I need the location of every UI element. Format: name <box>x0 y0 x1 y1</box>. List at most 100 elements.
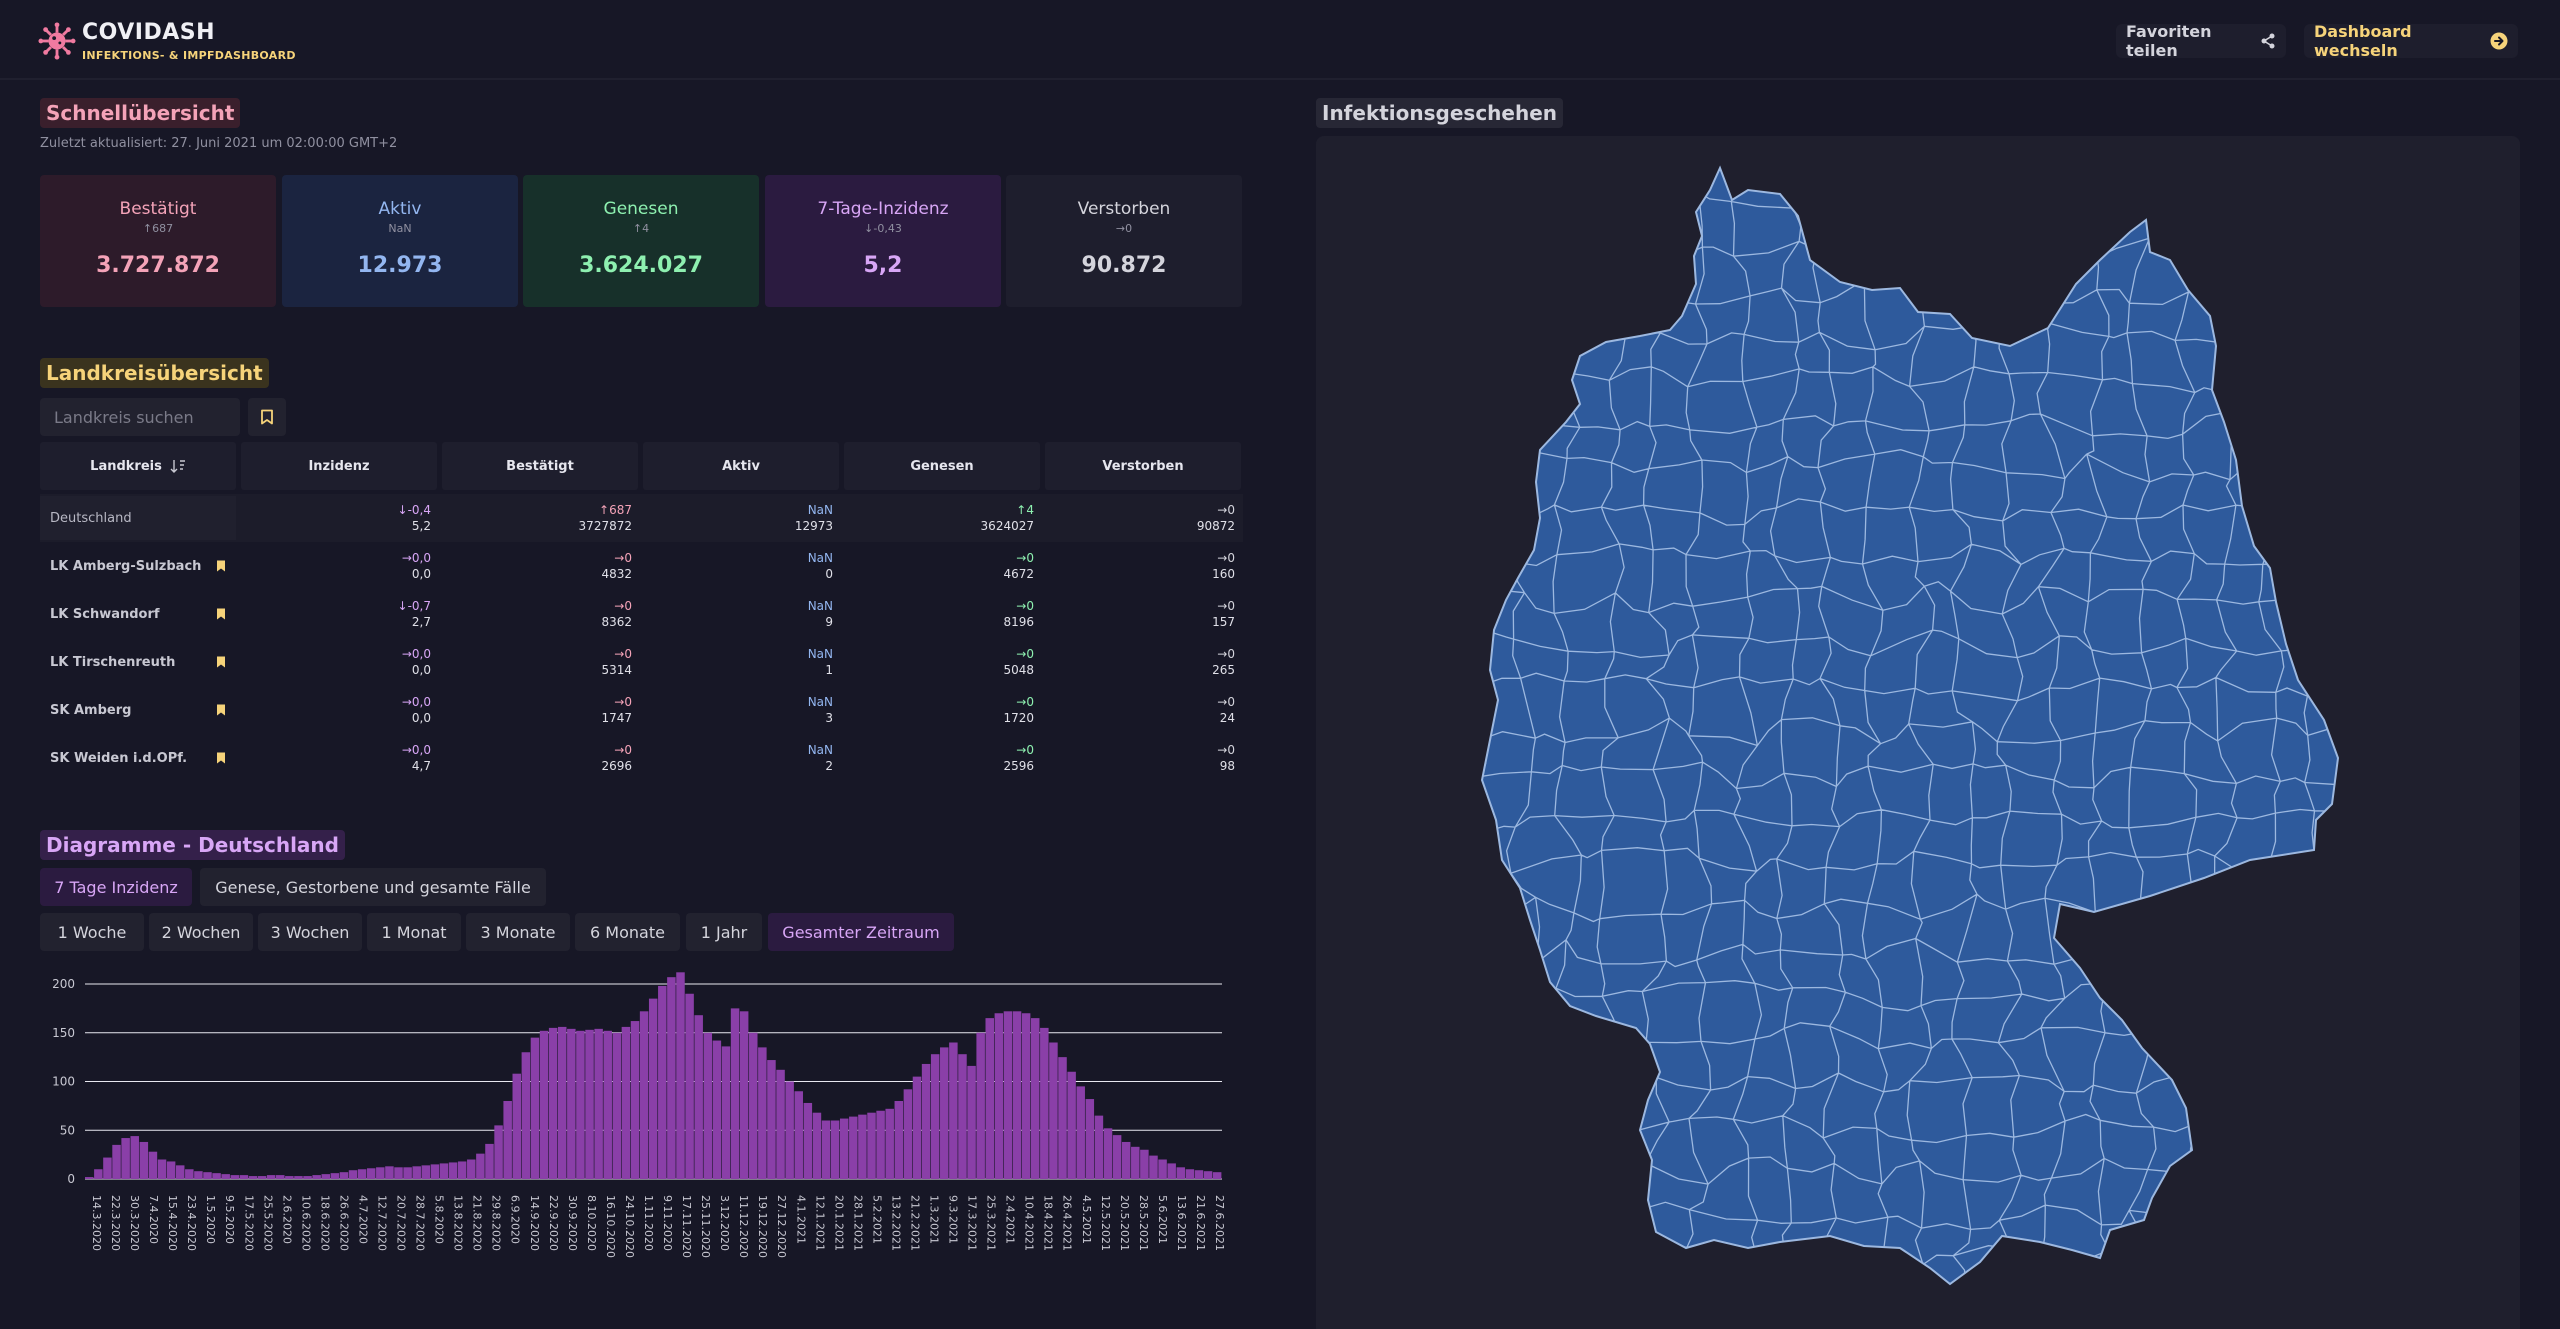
bookmark-icon[interactable] <box>216 608 226 620</box>
card-deceased: Verstorben →0 90.872 <box>1006 175 1242 307</box>
x-tick-label: 4.1.2021 <box>794 1195 807 1244</box>
chart-bar <box>530 1037 540 1180</box>
table-header: Landkreis Inzidenz Bestätigt Aktiv Genes… <box>40 442 1243 490</box>
x-tick-label: 28.1.2021 <box>851 1195 864 1251</box>
column-header-incidence[interactable]: Inzidenz <box>241 442 437 490</box>
x-tick-label: 17.5.2020 <box>242 1195 255 1251</box>
delta-value: →0 <box>1016 743 1034 757</box>
chart-bar <box>539 1030 549 1179</box>
delta-value: →0 <box>614 551 632 565</box>
virus-icon[interactable] <box>38 22 76 60</box>
range-tab-1-month[interactable]: 1 Monat <box>367 913 461 951</box>
x-tick-label: 12.7.2020 <box>376 1195 389 1251</box>
column-header-district[interactable]: Landkreis <box>40 442 236 490</box>
app-subtitle: INFEKTIONS- & IMPFDASHBOARD <box>82 49 296 62</box>
table-row[interactable]: LK Amberg-Sulzbach →0,0 0,0 →0 4832 NaN 0 →0 467… <box>40 542 1243 590</box>
chart-bar <box>903 1089 913 1179</box>
chart-bar <box>921 1063 931 1179</box>
value-cell: →0 157 <box>1045 598 1241 630</box>
x-tick-label: 5.6.2021 <box>1156 1195 1169 1244</box>
table-row[interactable]: SK Weiden i.d.OPf. →0,0 4,7 →0 2696 NaN 2 →0 259… <box>40 734 1243 782</box>
x-tick-label: 27.6.2021 <box>1213 1195 1226 1251</box>
chart-bar <box>985 1018 994 1180</box>
delta-value: →0,0 <box>401 647 431 661</box>
sort-icon[interactable] <box>170 459 186 473</box>
card-value: 3.727.872 <box>96 253 220 278</box>
y-tick-label: 0 <box>67 1172 75 1186</box>
bookmark-icon[interactable] <box>216 560 226 572</box>
chart-bar <box>676 972 685 1179</box>
chart-bar <box>612 1032 622 1179</box>
chart-bar <box>1058 1057 1067 1180</box>
value-cell: →0 4672 <box>844 550 1040 582</box>
x-tick-label: 13.6.2021 <box>1175 1195 1188 1251</box>
total-value: 1 <box>825 663 833 677</box>
range-tab-3-weeks[interactable]: 3 Wochen <box>258 913 362 951</box>
district-name-cell: LK Amberg-Sulzbach <box>40 559 236 574</box>
range-tab-1-week[interactable]: 1 Woche <box>40 913 144 951</box>
column-header-deceased[interactable]: Verstorben <box>1045 442 1241 490</box>
chart-bar <box>294 1176 303 1179</box>
table-row[interactable]: Deutschland ↓-0,4 5,2 ↑687 3727872 NaN 12973 ↑4… <box>40 494 1243 542</box>
value-cell: ↑4 3624027 <box>844 502 1040 534</box>
chart-bar <box>667 977 676 1179</box>
value-cell: NaN 12973 <box>643 502 839 534</box>
chart-bar <box>148 1151 158 1179</box>
chart-bar <box>421 1165 431 1179</box>
district-search-input[interactable] <box>40 398 240 436</box>
value-cell: →0 2596 <box>844 742 1040 774</box>
table-row[interactable]: SK Amberg →0,0 0,0 →0 1747 NaN 3 →0 1720 →0 24 <box>40 686 1243 734</box>
total-value: 12973 <box>794 519 833 533</box>
table-row[interactable]: LK Schwandorf ↓-0,7 2,7 →0 8362 NaN 9 →0 8196 →0 1… <box>40 590 1243 638</box>
bookmark-icon[interactable] <box>216 752 226 764</box>
tab-7-day-incidence[interactable]: 7 Tage Inzidenz <box>40 868 192 906</box>
chart-bar <box>1040 1027 1049 1180</box>
chart-bar <box>285 1176 294 1179</box>
bookmark-filter-button[interactable] <box>248 398 286 436</box>
x-tick-label: 10.6.2020 <box>299 1195 312 1251</box>
chart-bar <box>248 1176 258 1179</box>
range-tab-1-year[interactable]: 1 Jahr <box>686 913 762 951</box>
chart-bar <box>630 1021 640 1179</box>
table-body: Deutschland ↓-0,4 5,2 ↑687 3727872 NaN 12973 ↑4… <box>40 494 1243 782</box>
value-cell: →0 5314 <box>442 646 638 678</box>
column-header-active[interactable]: Aktiv <box>643 442 839 490</box>
card-label: Genesen <box>603 199 679 219</box>
chart-bar <box>1194 1170 1204 1179</box>
x-tick-label: 30.3.2020 <box>128 1195 141 1251</box>
bookmark-icon[interactable] <box>216 704 226 716</box>
table-row[interactable]: LK Tirschenreuth →0,0 0,0 →0 5314 NaN 1 →0 5048 →… <box>40 638 1243 686</box>
share-favorites-button[interactable]: Favoriten teilen <box>2116 22 2286 60</box>
chart-bar <box>412 1166 421 1179</box>
total-value: 98 <box>1219 759 1235 773</box>
total-value: 3 <box>825 711 833 725</box>
column-header-recovered[interactable]: Genesen <box>844 442 1040 490</box>
germany-district-map[interactable] <box>1480 160 2360 1310</box>
chart-bar <box>230 1175 240 1179</box>
column-header-confirmed[interactable]: Bestätigt <box>442 442 638 490</box>
card-delta: ↑687 <box>142 222 174 235</box>
tab-recovered-deaths-cases[interactable]: Genese, Gestorbene und gesamte Fälle <box>200 868 546 906</box>
chart-bar <box>430 1164 440 1180</box>
chart-bar <box>503 1101 512 1179</box>
chart-bar <box>1094 1115 1104 1180</box>
switch-dashboard-button[interactable]: Dashboard wechseln <box>2304 22 2518 60</box>
range-tab-all-time[interactable]: Gesamter Zeitraum <box>768 913 954 951</box>
x-tick-label: 14.3.2020 <box>90 1195 103 1251</box>
chart-bar <box>1049 1042 1058 1179</box>
chart-bar <box>376 1167 385 1179</box>
brand: COVIDASH INFEKTIONS- & IMPFDASHBOARD <box>82 20 296 62</box>
chart-bar <box>994 1013 1004 1179</box>
delta-value: NaN <box>807 599 833 613</box>
x-tick-label: 20.1.2021 <box>832 1195 845 1251</box>
range-tab-3-months[interactable]: 3 Monate <box>466 913 570 951</box>
value-cell: →0 90872 <box>1045 502 1241 534</box>
value-cell: NaN 9 <box>643 598 839 630</box>
x-tick-label: 22.9.2020 <box>547 1195 560 1251</box>
district-name: SK Weiden i.d.OPf. <box>50 750 188 766</box>
range-tab-2-weeks[interactable]: 2 Wochen <box>149 913 253 951</box>
chart-bar <box>467 1159 476 1179</box>
card-active: Aktiv NaN 12.973 <box>282 175 518 307</box>
bookmark-icon[interactable] <box>216 656 226 668</box>
range-tab-6-months[interactable]: 6 Monate <box>575 913 680 951</box>
